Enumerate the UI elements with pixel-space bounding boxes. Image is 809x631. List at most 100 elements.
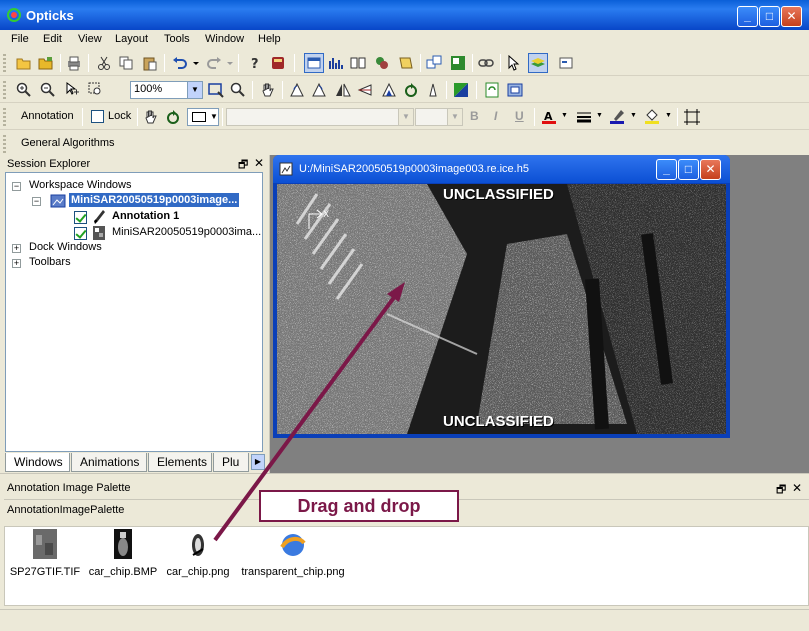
overview-window-icon[interactable] bbox=[507, 82, 523, 98]
layer-visible-checkbox[interactable] bbox=[74, 227, 87, 240]
open-folder-icon[interactable] bbox=[16, 55, 32, 71]
annotation-object-type-combo[interactable]: ▼ bbox=[187, 108, 219, 126]
font-size-combo[interactable]: ▼ bbox=[415, 108, 463, 126]
tree-item-raster-layer[interactable]: MiniSAR20050519p0003ima... bbox=[74, 225, 261, 241]
open-workspace-icon[interactable] bbox=[38, 55, 54, 71]
chevron-down-icon[interactable]: ▼ bbox=[398, 109, 413, 125]
rotate-right-icon[interactable] bbox=[311, 82, 327, 98]
zoom-reset-icon[interactable] bbox=[230, 82, 246, 98]
minimize-button[interactable]: _ bbox=[737, 6, 758, 27]
zoom-in-icon[interactable] bbox=[16, 82, 32, 98]
doc-minimize-button[interactable]: _ bbox=[656, 159, 677, 180]
toolbar-grip[interactable] bbox=[3, 135, 6, 153]
reset-rotation-icon[interactable] bbox=[403, 82, 419, 98]
zoom-to-fit-icon[interactable] bbox=[208, 82, 224, 98]
underline-button[interactable]: U bbox=[515, 109, 524, 123]
palette-item[interactable]: transparent_chip.png bbox=[237, 529, 349, 578]
toolbar-grip[interactable] bbox=[3, 54, 6, 72]
cut-icon[interactable] bbox=[96, 55, 112, 71]
expand-icon[interactable]: + bbox=[12, 259, 21, 268]
tab-scroll-right-icon[interactable]: ▶ bbox=[251, 454, 265, 470]
north-up-icon[interactable] bbox=[381, 82, 397, 98]
annotation-rotate-icon[interactable] bbox=[165, 109, 181, 125]
chain-link-icon[interactable] bbox=[478, 55, 494, 71]
color-map-icon[interactable] bbox=[453, 82, 469, 98]
float-panel-icon[interactable]: 🗗 bbox=[776, 481, 786, 500]
line-width-icon[interactable] bbox=[576, 109, 592, 125]
toolbar-grip[interactable] bbox=[3, 81, 6, 99]
menu-window[interactable]: Window bbox=[205, 33, 244, 45]
menu-file[interactable]: File bbox=[11, 33, 29, 45]
close-panel-icon[interactable]: ✕ bbox=[254, 156, 264, 170]
pointer-icon[interactable] bbox=[506, 55, 522, 71]
metadata-book-icon[interactable] bbox=[350, 55, 366, 71]
properties-icon[interactable] bbox=[558, 55, 574, 71]
menu-tools[interactable]: Tools bbox=[164, 33, 190, 45]
tree-item-view[interactable]: − MiniSAR20050519p0003image... bbox=[32, 193, 262, 209]
session-explorer-toggle-icon[interactable] bbox=[304, 53, 324, 73]
menu-help[interactable]: Help bbox=[258, 33, 281, 45]
chevron-down-icon[interactable]: ▼ bbox=[187, 82, 202, 98]
redo-dropdown-icon[interactable] bbox=[222, 55, 233, 71]
close-panel-icon[interactable]: ✕ bbox=[792, 481, 802, 495]
flip-horizontal-icon[interactable] bbox=[335, 82, 351, 98]
zoom-rect-icon[interactable] bbox=[88, 82, 104, 98]
menu-edit[interactable]: Edit bbox=[43, 33, 62, 45]
tab-windows[interactable]: Windows bbox=[5, 453, 70, 472]
layer-visible-checkbox[interactable] bbox=[74, 211, 87, 224]
doc-close-button[interactable]: ✕ bbox=[700, 159, 721, 180]
link-windows-icon[interactable] bbox=[450, 55, 466, 71]
whats-this-icon[interactable]: ? bbox=[247, 55, 263, 71]
tile-windows-icon[interactable] bbox=[426, 55, 442, 71]
chevron-down-icon[interactable]: ▼ bbox=[665, 112, 672, 119]
rotate-left-icon[interactable] bbox=[289, 82, 305, 98]
palette-item[interactable]: car_chip.png bbox=[162, 529, 234, 578]
chevron-down-icon[interactable]: ▼ bbox=[447, 109, 462, 125]
message-log-icon[interactable] bbox=[398, 55, 414, 71]
text-color-icon[interactable]: A bbox=[541, 109, 557, 125]
palette-item[interactable]: SP27GTIF.TIF bbox=[9, 529, 81, 578]
histogram-icon[interactable] bbox=[328, 55, 344, 71]
chevron-down-icon[interactable]: ▼ bbox=[596, 112, 603, 119]
tree-item-toolbars[interactable]: + Toolbars bbox=[12, 255, 262, 271]
undo-icon[interactable] bbox=[172, 55, 188, 71]
tree-item-workspace-windows[interactable]: − Workspace Windows bbox=[12, 178, 262, 194]
line-color-icon[interactable] bbox=[609, 109, 625, 125]
sar-image-canvas[interactable]: X UNCLASSIFIED UNCLASSIFIED bbox=[277, 184, 726, 434]
toolbar-grip[interactable] bbox=[3, 108, 6, 126]
collapse-icon[interactable]: − bbox=[12, 182, 21, 191]
snap-to-grid-icon[interactable] bbox=[684, 109, 700, 125]
redo-icon[interactable] bbox=[206, 55, 222, 71]
sky-up-icon[interactable] bbox=[425, 82, 441, 98]
font-family-combo[interactable]: ▼ bbox=[226, 108, 414, 126]
menu-layout[interactable]: Layout bbox=[115, 33, 148, 45]
zoom-level-combo[interactable]: 100% ▼ bbox=[130, 81, 203, 99]
chevron-down-icon[interactable]: ▼ bbox=[561, 112, 568, 119]
palette-item[interactable]: car_chip.BMP bbox=[87, 529, 159, 578]
layers-icon[interactable] bbox=[374, 55, 390, 71]
help-book-icon[interactable] bbox=[270, 55, 286, 71]
copy-icon[interactable] bbox=[118, 55, 134, 71]
expand-icon[interactable]: + bbox=[12, 244, 21, 253]
general-algorithms-menu[interactable]: General Algorithms bbox=[21, 137, 115, 149]
tree-item-annotation-layer[interactable]: Annotation 1 bbox=[74, 209, 254, 225]
zoom-out-icon[interactable] bbox=[40, 82, 56, 98]
lock-checkbox[interactable] bbox=[91, 110, 104, 123]
doc-maximize-button[interactable]: □ bbox=[678, 159, 699, 180]
tab-elements[interactable]: Elements bbox=[148, 453, 212, 472]
print-icon[interactable] bbox=[66, 55, 82, 71]
zoom-point-icon[interactable] bbox=[64, 82, 80, 98]
fill-color-icon[interactable] bbox=[644, 109, 660, 125]
maximize-button[interactable]: □ bbox=[759, 6, 780, 27]
italic-button[interactable]: I bbox=[494, 109, 497, 123]
pan-hand-icon[interactable] bbox=[260, 82, 276, 98]
tab-animations[interactable]: Animations bbox=[71, 453, 147, 472]
menu-view[interactable]: View bbox=[78, 33, 102, 45]
chevron-down-icon[interactable]: ▼ bbox=[630, 112, 637, 119]
refresh-icon[interactable] bbox=[484, 82, 500, 98]
flip-vertical-icon[interactable] bbox=[357, 82, 373, 98]
annotation-pan-icon[interactable] bbox=[143, 109, 159, 125]
tree-item-dock-windows[interactable]: + Dock Windows bbox=[12, 240, 262, 256]
paste-icon[interactable] bbox=[142, 55, 158, 71]
undo-dropdown-icon[interactable] bbox=[188, 55, 199, 71]
